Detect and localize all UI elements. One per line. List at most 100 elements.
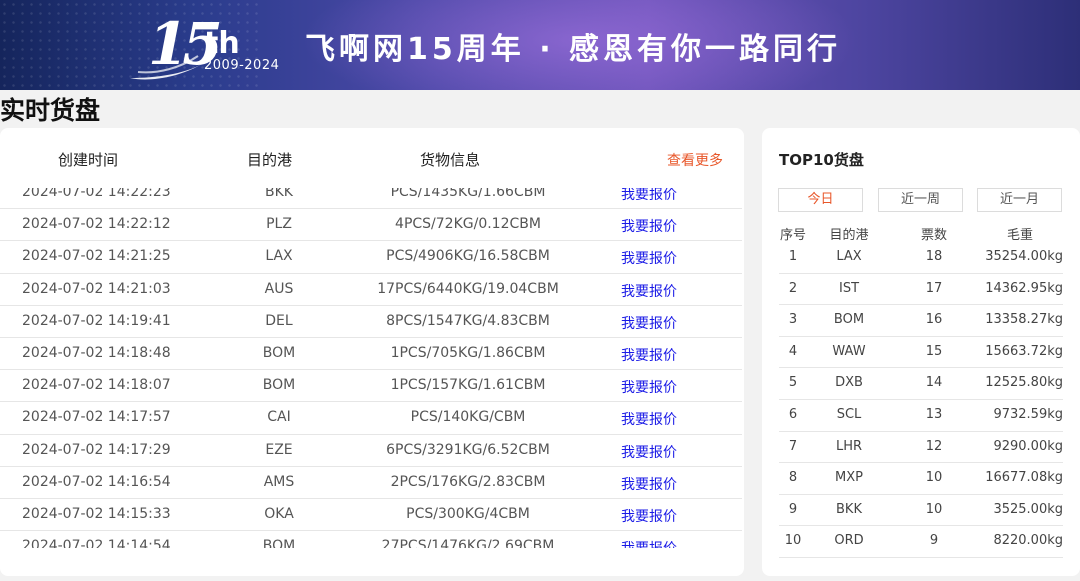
top10-weight: 8220.00kg bbox=[993, 533, 1063, 549]
top10-index: 3 bbox=[788, 312, 798, 328]
logo-years: 2009-2024 bbox=[204, 58, 280, 73]
top10-table-body: 1 LAX 18 35254.00kg 2 IST 17 14362.95kg 3 BOM 16 13… bbox=[762, 242, 1080, 558]
top10-weight: 14362.95kg bbox=[985, 280, 1063, 296]
cargo-info: 6PCS/3291KG/6.52CBM bbox=[386, 441, 550, 458]
anniversary-banner[interactable]: 15 th 2009-2024 飞啊网15周年 · 感恩有你一路同行 bbox=[0, 0, 1080, 90]
tab-last-month[interactable]: 近一月 bbox=[977, 188, 1062, 212]
cargo-info: 8PCS/1547KG/4.83CBM bbox=[386, 312, 550, 329]
cargo-created-time: 2024-07-02 14:21:03 bbox=[22, 280, 171, 297]
quote-link[interactable]: 我要报价 bbox=[621, 506, 677, 526]
top10-weight: 15663.72kg bbox=[985, 343, 1063, 359]
cargo-row: 2024-07-02 14:15:33 OKA PCS/300KG/4CBM 我要报价 bbox=[0, 499, 742, 532]
column-header-destination: 目的港 bbox=[247, 151, 293, 169]
top10-row: 6 SCL 13 9732.59kg bbox=[779, 400, 1063, 432]
tab-last-week[interactable]: 近一周 bbox=[878, 188, 963, 212]
cargo-row: 2024-07-02 14:19:41 DEL 8PCS/1547KG/4.83CB… bbox=[0, 306, 742, 338]
cargo-created-time: 2024-07-02 14:17:29 bbox=[22, 441, 171, 458]
quote-link[interactable]: 我要报价 bbox=[621, 188, 677, 204]
top10-destination: WAW bbox=[832, 343, 866, 359]
quote-link[interactable]: 我要报价 bbox=[621, 313, 677, 333]
cargo-row: 2024-07-02 14:14:54 BOM 27PCS/1476KG/2.69C… bbox=[0, 531, 742, 548]
top10-row: 2 IST 17 14362.95kg bbox=[779, 274, 1063, 306]
quote-link[interactable]: 我要报价 bbox=[621, 281, 677, 301]
top10-destination: ORD bbox=[834, 533, 864, 549]
top10-count: 13 bbox=[925, 406, 943, 422]
top10-destination: MXP bbox=[835, 470, 863, 486]
cargo-table-header: 创建时间 目的港 货物信息 查看更多 bbox=[0, 128, 744, 188]
top10-count: 10 bbox=[925, 501, 943, 517]
anniversary-logo: 15 th 2009-2024 bbox=[128, 10, 288, 80]
top10-tabs: 今日 近一周 近一月 bbox=[778, 188, 1078, 212]
cargo-row: 2024-07-02 14:18:07 BOM 1PCS/157KG/1.61CBM… bbox=[0, 370, 742, 403]
cargo-row: 2024-07-02 14:21:25 LAX PCS/4906KG/16.58CB… bbox=[0, 241, 742, 274]
cargo-table-scroll[interactable]: 2024-07-02 14:22:23 BKK PCS/1435KG/1.66CBM… bbox=[0, 188, 744, 548]
page-title: 实时货盘 bbox=[0, 96, 101, 125]
view-more-link[interactable]: 查看更多 bbox=[667, 150, 723, 170]
cargo-info: PCS/140KG/CBM bbox=[410, 409, 526, 426]
cargo-info: 27PCS/1476KG/2.69CBM bbox=[381, 538, 555, 548]
top10-count: 14 bbox=[925, 375, 943, 391]
top10-count: 15 bbox=[925, 343, 943, 359]
quote-link[interactable]: 我要报价 bbox=[621, 538, 677, 548]
top10-destination: IST bbox=[838, 280, 860, 296]
top10-row: 10 ORD 9 8220.00kg bbox=[779, 526, 1063, 558]
top10-index: 4 bbox=[788, 343, 798, 359]
cargo-info: 17PCS/6440KG/19.04CBM bbox=[377, 280, 559, 297]
cargo-destination: PLZ bbox=[266, 216, 292, 233]
quote-link[interactable]: 我要报价 bbox=[621, 216, 677, 236]
top10-row: 9 BKK 10 3525.00kg bbox=[779, 495, 1063, 527]
cargo-destination: DEL bbox=[265, 312, 293, 329]
cargo-info: 2PCS/176KG/2.83CBM bbox=[390, 473, 546, 490]
column-header-destination: 目的港 bbox=[829, 228, 869, 243]
tab-today[interactable]: 今日 bbox=[778, 188, 863, 212]
quote-link[interactable]: 我要报价 bbox=[621, 442, 677, 462]
cargo-row: 2024-07-02 14:21:03 AUS 17PCS/6440KG/19.04… bbox=[0, 274, 742, 306]
cargo-destination: CAI bbox=[267, 409, 291, 426]
top10-index: 6 bbox=[788, 406, 798, 422]
quote-link[interactable]: 我要报价 bbox=[621, 377, 677, 397]
cargo-created-time: 2024-07-02 14:22:23 bbox=[22, 188, 171, 200]
cargo-info: PCS/300KG/4CBM bbox=[406, 505, 530, 522]
cargo-created-time: 2024-07-02 14:22:12 bbox=[22, 216, 171, 233]
quote-link[interactable]: 我要报价 bbox=[621, 409, 677, 429]
cargo-row: 2024-07-02 14:17:29 EZE 6PCS/3291KG/6.52CB… bbox=[0, 435, 742, 467]
top10-weight: 35254.00kg bbox=[985, 249, 1063, 264]
top10-count: 16 bbox=[925, 312, 943, 328]
cargo-destination: AUS bbox=[264, 280, 294, 297]
quote-link[interactable]: 我要报价 bbox=[621, 345, 677, 365]
top10-index: 8 bbox=[788, 470, 798, 486]
top10-row: 5 DXB 14 12525.80kg bbox=[779, 368, 1063, 400]
column-header-weight: 毛重 bbox=[1006, 228, 1034, 243]
top10-weight: 12525.80kg bbox=[985, 375, 1063, 391]
cargo-info: 4PCS/72KG/0.12CBM bbox=[395, 216, 541, 233]
cargo-row: 2024-07-02 14:18:48 BOM 1PCS/705KG/1.86CBM… bbox=[0, 338, 742, 371]
cargo-created-time: 2024-07-02 14:16:54 bbox=[22, 473, 171, 490]
cargo-destination: OKA bbox=[264, 505, 294, 522]
cargo-destination: BOM bbox=[262, 538, 296, 548]
quote-link[interactable]: 我要报价 bbox=[621, 248, 677, 268]
realtime-cargo-panel: 创建时间 目的港 货物信息 查看更多 2024-07-02 14:22:23 BK… bbox=[0, 128, 744, 576]
top10-destination: BKK bbox=[836, 501, 862, 517]
cargo-created-time: 2024-07-02 14:21:25 bbox=[22, 248, 171, 265]
top10-table-header: 序号 目的港 票数 毛重 bbox=[762, 222, 1080, 243]
top10-weight: 9732.59kg bbox=[993, 406, 1063, 422]
top10-destination: SCL bbox=[836, 406, 862, 422]
cargo-table-body: 2024-07-02 14:22:23 BKK PCS/1435KG/1.66CBM… bbox=[0, 188, 744, 548]
top10-index: 2 bbox=[788, 280, 798, 296]
top10-weight: 16677.08kg bbox=[985, 470, 1063, 486]
cargo-info: 1PCS/705KG/1.86CBM bbox=[390, 344, 546, 361]
cargo-row: 2024-07-02 14:17:57 CAI PCS/140KG/CBM 我要报价 bbox=[0, 402, 742, 435]
quote-link[interactable]: 我要报价 bbox=[621, 474, 677, 494]
cargo-row: 2024-07-02 14:22:12 PLZ 4PCS/72KG/0.12CBM 我… bbox=[0, 209, 742, 242]
top10-row: 1 LAX 18 35254.00kg bbox=[779, 242, 1063, 274]
cargo-created-time: 2024-07-02 14:19:41 bbox=[22, 312, 171, 329]
cargo-created-time: 2024-07-02 14:14:54 bbox=[22, 538, 171, 548]
top10-count: 18 bbox=[925, 249, 943, 264]
top10-row: 7 LHR 12 9290.00kg bbox=[779, 432, 1063, 464]
top10-destination: LAX bbox=[836, 249, 862, 264]
cargo-destination: BKK bbox=[265, 188, 293, 200]
column-header-count: 票数 bbox=[920, 228, 948, 243]
column-header-cargo-info: 货物信息 bbox=[420, 151, 481, 169]
top10-index: 7 bbox=[788, 438, 798, 454]
top10-weight: 3525.00kg bbox=[993, 501, 1063, 517]
